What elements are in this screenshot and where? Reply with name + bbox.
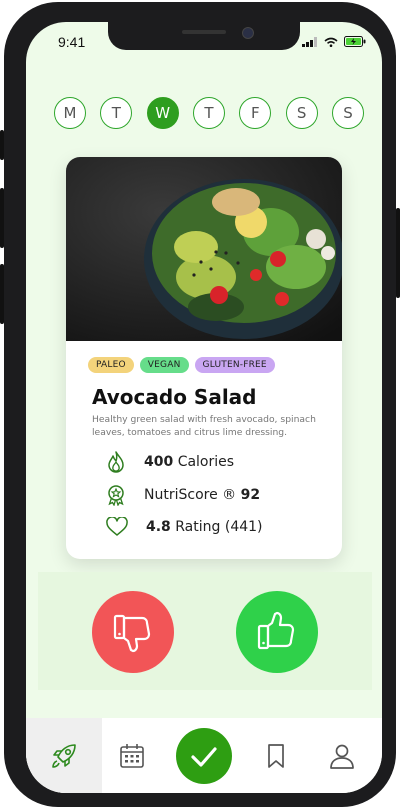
like-button[interactable] bbox=[236, 591, 318, 673]
tab-discover[interactable] bbox=[26, 718, 102, 793]
battery-icon bbox=[344, 36, 366, 47]
calendar-icon bbox=[120, 743, 144, 768]
status-time: 9:41 bbox=[58, 34, 86, 50]
calories-value: 400 bbox=[144, 454, 174, 470]
thumbs-down-icon bbox=[113, 614, 151, 653]
nutriscore-label: NutriScore ® bbox=[144, 487, 237, 503]
status-icons bbox=[302, 36, 366, 47]
award-icon bbox=[108, 485, 124, 506]
day-thursday[interactable]: T bbox=[192, 97, 225, 129]
meal-description: Healthy green salad with fresh avocado, … bbox=[92, 414, 316, 438]
screen: 9:41 M T W T F S S PALEO VEGAN GLUTEN-FR… bbox=[26, 22, 382, 793]
nutriscore-value: 92 bbox=[240, 487, 261, 503]
day-saturday[interactable]: S bbox=[285, 97, 318, 129]
tab-saved[interactable] bbox=[238, 718, 314, 793]
tab-calendar[interactable] bbox=[94, 718, 170, 793]
day-tuesday[interactable]: T bbox=[100, 97, 133, 129]
phone-frame: 9:41 M T W T F S S PALEO VEGAN GLUTEN-FR… bbox=[0, 2, 400, 807]
day-friday[interactable]: F bbox=[239, 97, 272, 129]
front-camera bbox=[242, 27, 254, 39]
power-button bbox=[396, 208, 400, 298]
wifi-icon bbox=[324, 37, 338, 47]
speaker bbox=[182, 30, 226, 34]
calories-stat: 400 Calories bbox=[106, 451, 234, 473]
tab-profile[interactable] bbox=[304, 718, 380, 793]
weekday-selector: M T W T F S S bbox=[54, 97, 364, 129]
action-area bbox=[38, 572, 372, 690]
tag-gluten-free: GLUTEN-FREE bbox=[194, 357, 275, 373]
day-sunday[interactable]: S bbox=[331, 97, 364, 129]
rocket-icon bbox=[52, 743, 76, 768]
meal-card[interactable]: PALEO VEGAN GLUTEN-FREE Avocado Salad He… bbox=[66, 157, 342, 559]
confirm-button[interactable] bbox=[176, 728, 232, 784]
dislike-button[interactable] bbox=[92, 591, 174, 673]
signal-icon bbox=[302, 36, 317, 47]
salad-photo bbox=[66, 157, 342, 341]
rating-value: 4.8 bbox=[146, 519, 171, 535]
day-wednesday[interactable]: W bbox=[146, 97, 179, 129]
tag-vegan: VEGAN bbox=[139, 357, 189, 373]
bookmark-icon bbox=[268, 743, 284, 768]
diet-tags: PALEO VEGAN GLUTEN-FREE bbox=[88, 357, 275, 373]
check-icon bbox=[191, 747, 217, 767]
volume-up-button bbox=[0, 188, 4, 248]
meal-title: Avocado Salad bbox=[92, 385, 257, 409]
tag-paleo: PALEO bbox=[88, 357, 134, 373]
profile-icon bbox=[330, 744, 354, 769]
flame-icon bbox=[108, 451, 124, 473]
rating-label: Rating (441) bbox=[175, 519, 263, 535]
calories-label: Calories bbox=[177, 454, 235, 470]
day-monday[interactable]: M bbox=[54, 97, 86, 129]
notch bbox=[108, 22, 300, 50]
thumbs-up-icon bbox=[257, 611, 295, 650]
mute-switch bbox=[0, 130, 4, 160]
nutriscore-stat: NutriScore ® 92 bbox=[106, 484, 260, 506]
rating-stat: 4.8 Rating (441) bbox=[106, 517, 263, 537]
heart-icon bbox=[106, 517, 128, 536]
volume-down-button bbox=[0, 264, 4, 324]
